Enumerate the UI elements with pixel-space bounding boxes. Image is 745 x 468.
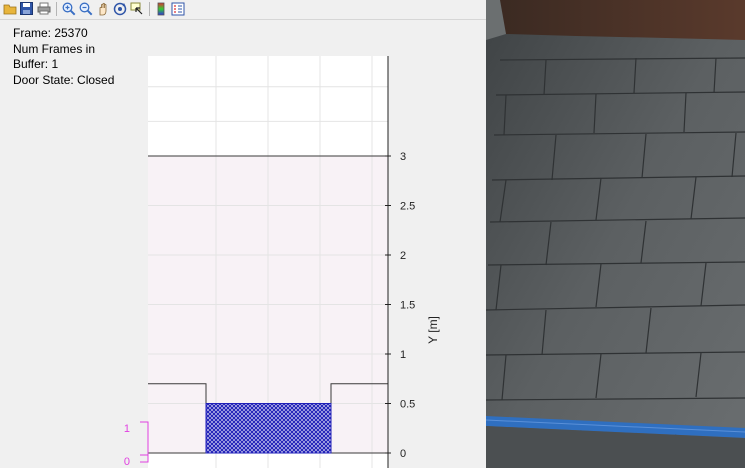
left-axis: 10 <box>124 421 149 468</box>
wall-top <box>498 0 745 40</box>
pan-icon[interactable] <box>95 1 110 16</box>
open-file-icon[interactable] <box>2 1 17 16</box>
data-cursor-icon[interactable] <box>129 1 144 16</box>
left-axis-label: 0 <box>124 456 130 468</box>
zoom-in-icon[interactable] <box>61 1 76 16</box>
legend-icon[interactable] <box>170 1 185 16</box>
y-tick-label: 1 <box>400 349 406 361</box>
print-icon[interactable] <box>36 1 51 16</box>
y-tick-label: 0 <box>400 448 406 460</box>
camera-view <box>486 0 745 468</box>
y-axis-label: Y [m] <box>426 316 440 344</box>
camera-image <box>486 0 745 468</box>
y-axis-ticks: 0 0.5 1 1.5 2 2.5 3 <box>385 151 415 460</box>
left-axis-bracket <box>140 421 149 463</box>
toolbar-separator <box>56 2 57 16</box>
rotate-icon[interactable] <box>112 1 127 16</box>
occupancy-plot[interactable]: 00.511.522.53 Y [m] 10 <box>0 20 486 468</box>
occupancy-box <box>206 403 331 453</box>
zoom-out-icon[interactable] <box>78 1 93 16</box>
left-axis-label: 1 <box>124 423 130 435</box>
y-tick-label: 1.5 <box>400 300 415 312</box>
y-tick-label: 0.5 <box>400 399 415 411</box>
figure-window: Frame: 25370 Num Frames in Buffer: 1 Doo… <box>0 0 486 468</box>
figure-toolbar <box>0 0 486 20</box>
y-tick-label: 2.5 <box>400 201 415 213</box>
toolbar-separator <box>149 2 150 16</box>
colorbar-icon[interactable] <box>153 1 168 16</box>
save-icon[interactable] <box>19 1 34 16</box>
y-tick-label: 2 <box>400 250 406 262</box>
y-tick-label: 3 <box>400 151 406 163</box>
